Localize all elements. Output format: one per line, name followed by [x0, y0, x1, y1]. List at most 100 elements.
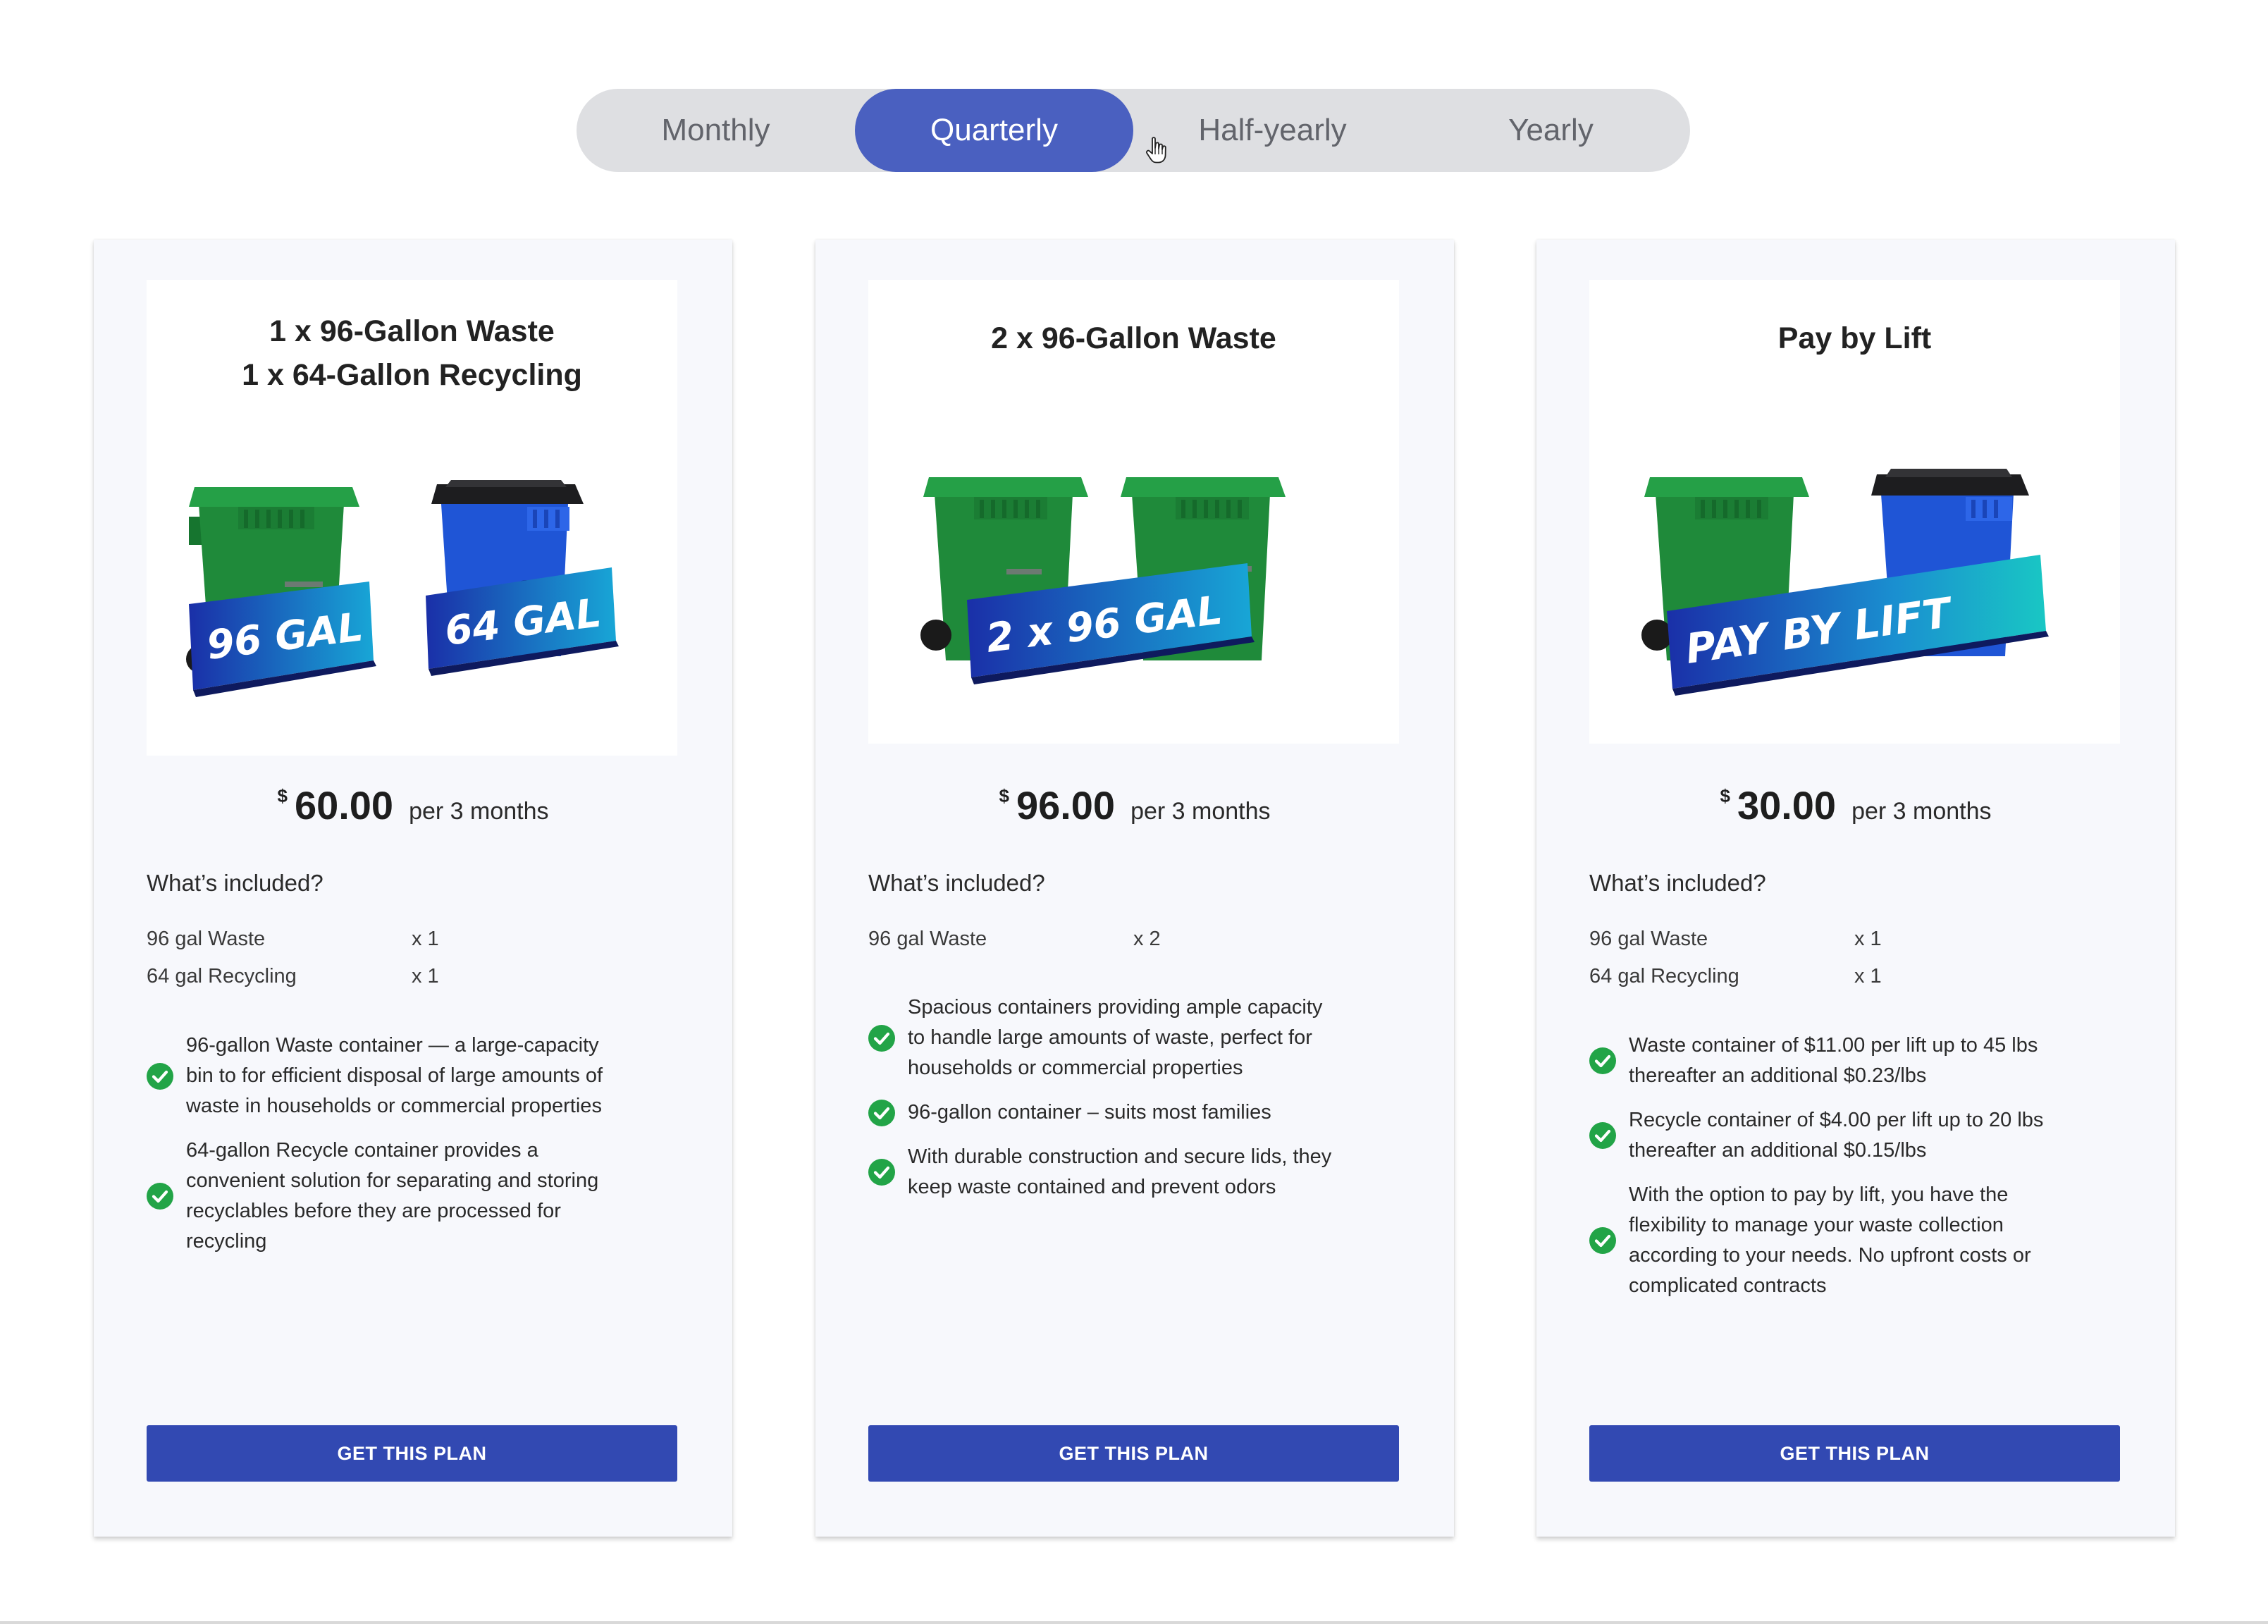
quantity-item-count: x 1: [412, 928, 439, 950]
plan-title-line1: Pay by Lift: [1777, 321, 1932, 355]
price: $ 60.00 per 3 months: [94, 782, 732, 828]
currency-symbol: $: [277, 785, 288, 806]
feature-text: Waste container of $11.00 per lift up to…: [1629, 1031, 2038, 1091]
whats-included-heading: What’s included?: [868, 870, 1045, 896]
quantity-row: 64 gal Recycling x 1: [1589, 958, 2012, 995]
feature-text-line: waste in households or commercial proper…: [186, 1095, 602, 1117]
feature-text-line: thereafter an additional $0.15/lbs: [1629, 1139, 1927, 1162]
tab-yearly[interactable]: Yearly: [1412, 89, 1690, 172]
feature-text-line: With durable construction and secure lid…: [908, 1145, 1332, 1168]
get-this-plan-button[interactable]: GET THIS PLAN: [868, 1425, 1399, 1482]
quantity-list: 96 gal Waste x 1 64 gal Recycling x 1: [1589, 921, 2012, 995]
divider: [0, 1621, 2268, 1624]
feature-text: Spacious containers providing ample capa…: [908, 992, 1322, 1083]
feature-text-line: Waste container of $11.00 per lift up to…: [1629, 1034, 2038, 1057]
quantity-item-count: x 1: [412, 965, 439, 988]
plan-image-panel: 1 x 96-Gallon Waste 1 x 64-Gallon Recycl…: [147, 280, 677, 756]
feature-text-line: thereafter an additional $0.23/lbs: [1629, 1064, 1927, 1087]
currency-symbol: $: [1720, 785, 1730, 806]
price-period: per 3 months: [1851, 798, 1992, 825]
feature-text-line: 96-gallon Waste container — a large-capa…: [186, 1034, 599, 1057]
plan-card-2x96: 2 x 96-Gallon Waste 2 x 96 GAL $ 96.00 p…: [815, 240, 1454, 1537]
feature-list: Spacious containers providing ample capa…: [868, 992, 1390, 1217]
feature-text-line: 64-gallon Recycle container provides a: [186, 1139, 538, 1162]
feature-text-line: recyclables before they are processed fo…: [186, 1200, 561, 1222]
hand-pointer-cursor-icon: [1146, 137, 1166, 164]
feature-text-line: keep waste contained and prevent odors: [908, 1176, 1276, 1198]
get-this-plan-button[interactable]: GET THIS PLAN: [147, 1425, 677, 1482]
tab-half-yearly[interactable]: Half-yearly: [1133, 89, 1412, 172]
quantity-item-count: x 1: [1854, 965, 1882, 988]
quantity-row: 96 gal Waste x 2: [868, 921, 1291, 958]
quantity-item-name: 96 gal Waste: [147, 928, 266, 950]
feature-text: 96-gallon Waste container — a large-capa…: [186, 1031, 603, 1121]
feature-item: 96-gallon container – suits most familie…: [868, 1097, 1390, 1128]
feature-text-line: 96-gallon container – suits most familie…: [908, 1101, 1271, 1124]
pricing-page: Monthly Quarterly Half-yearly Yearly 1 x…: [0, 0, 2268, 1624]
plan-title-line1: 1 x 96-Gallon Waste: [269, 314, 555, 348]
feature-text-line: Recycle container of $4.00 per lift up t…: [1629, 1109, 2044, 1131]
feature-text: With the option to pay by lift, you have…: [1629, 1180, 2031, 1301]
quantity-list: 96 gal Waste x 2: [868, 921, 1291, 958]
feature-item: With durable construction and secure lid…: [868, 1142, 1390, 1202]
feature-list: Waste container of $11.00 per lift up to…: [1589, 1031, 2111, 1315]
feature-text-line: households or commercial properties: [908, 1057, 1243, 1079]
check-circle-icon: [1589, 1227, 1616, 1254]
price-amount: 30.00: [1737, 783, 1837, 828]
whats-included-heading: What’s included?: [147, 870, 323, 896]
quantity-row: 96 gal Waste x 1: [1589, 921, 2012, 958]
feature-item: With the option to pay by lift, you have…: [1589, 1180, 2111, 1301]
feature-text-line: With the option to pay by lift, you have…: [1629, 1183, 2009, 1206]
price: $ 96.00 per 3 months: [815, 782, 1454, 828]
plan-title-line2: 1 x 64-Gallon Recycling: [242, 358, 582, 392]
feature-item: Spacious containers providing ample capa…: [868, 992, 1390, 1083]
quantity-row: 96 gal Waste x 1: [147, 921, 569, 958]
whats-included-heading: What’s included?: [1589, 870, 1766, 896]
bins-2x96-image: 2 x 96 GAL: [920, 477, 1286, 684]
plan-title: 2 x 96-Gallon Waste: [868, 316, 1399, 360]
quantity-item-count: x 2: [1133, 928, 1161, 950]
plan-title-line1: 2 x 96-Gallon Waste: [991, 321, 1276, 355]
price: $ 30.00 per 3 months: [1536, 782, 2175, 828]
billing-period-toggle: Monthly Quarterly Half-yearly Yearly: [577, 89, 1690, 172]
bins-pay-by-lift-image: PAY BY LIFT: [1641, 469, 2049, 696]
price-amount: 96.00: [1016, 783, 1116, 828]
feature-text: 64-gallon Recycle container provides a c…: [186, 1136, 598, 1257]
tab-monthly[interactable]: Monthly: [577, 89, 855, 172]
feature-text-line: Spacious containers providing ample capa…: [908, 996, 1323, 1019]
quantity-row: 64 gal Recycling x 1: [147, 958, 569, 995]
feature-text-line: according to your needs. No upfront cost…: [1629, 1244, 2031, 1267]
plan-card-pay-by-lift: Pay by Lift PAY BY LIFT $ 30.00 per 3 mo…: [1536, 240, 2175, 1537]
currency-symbol: $: [999, 785, 1009, 806]
price-amount: 60.00: [294, 783, 394, 828]
price-period: per 3 months: [409, 798, 549, 825]
feature-list: 96-gallon Waste container — a large-capa…: [147, 1031, 668, 1271]
tab-quarterly[interactable]: Quarterly: [855, 89, 1133, 172]
feature-text: With durable construction and secure lid…: [908, 1142, 1331, 1202]
quantity-list: 96 gal Waste x 1 64 gal Recycling x 1: [147, 921, 569, 995]
plan-title: 1 x 96-Gallon Waste 1 x 64-Gallon Recycl…: [147, 309, 677, 397]
check-circle-icon: [1589, 1047, 1616, 1074]
quantity-item-count: x 1: [1854, 928, 1882, 950]
feature-text-line: to handle large amounts of waste, perfec…: [908, 1026, 1312, 1049]
feature-item: Recycle container of $4.00 per lift up t…: [1589, 1105, 2111, 1166]
feature-text-line: bin to for efficient disposal of large a…: [186, 1064, 603, 1087]
plan-image-panel: Pay by Lift PAY BY LIFT: [1589, 280, 2120, 744]
quantity-item-name: 64 gal Recycling: [1589, 965, 1739, 988]
quantity-item-name: 96 gal Waste: [868, 928, 987, 950]
feature-text-line: recycling: [186, 1230, 267, 1253]
price-period: per 3 months: [1130, 798, 1271, 825]
check-circle-icon: [868, 1159, 895, 1186]
plan-image-panel: 2 x 96-Gallon Waste 2 x 96 GAL: [868, 280, 1399, 744]
quantity-item-name: 96 gal Waste: [1589, 928, 1708, 950]
get-this-plan-button[interactable]: GET THIS PLAN: [1589, 1425, 2120, 1482]
feature-item: Waste container of $11.00 per lift up to…: [1589, 1031, 2111, 1091]
feature-text: 96-gallon container – suits most familie…: [908, 1097, 1271, 1128]
check-circle-icon: [147, 1183, 173, 1210]
plan-card-96-64: 1 x 96-Gallon Waste 1 x 64-Gallon Recycl…: [94, 240, 732, 1537]
feature-item: 64-gallon Recycle container provides a c…: [147, 1136, 668, 1257]
feature-text-line: convenient solution for separating and s…: [186, 1169, 599, 1192]
plan-title: Pay by Lift: [1589, 316, 2120, 360]
check-circle-icon: [868, 1024, 895, 1052]
feature-text-line: flexibility to manage your waste collect…: [1629, 1214, 2004, 1236]
